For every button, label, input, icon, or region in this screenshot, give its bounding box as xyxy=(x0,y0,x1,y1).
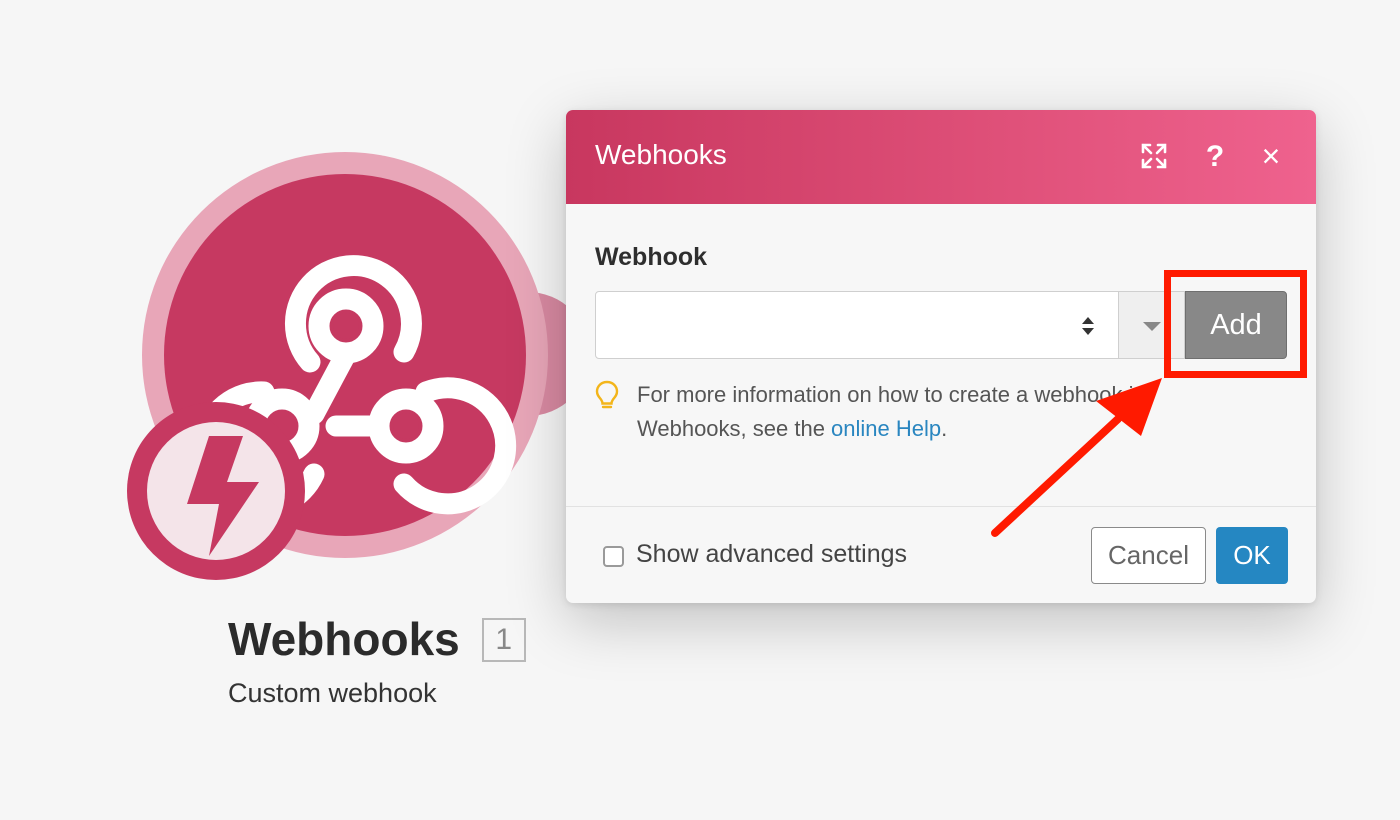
module-title: Webhooks xyxy=(228,613,460,665)
chevron-down-icon xyxy=(1143,322,1161,331)
add-button-highlight xyxy=(1164,270,1307,378)
trigger-badge xyxy=(127,402,305,580)
webhook-field-label: Webhook xyxy=(595,243,708,271)
hint-text-end: . xyxy=(941,416,948,441)
advanced-settings-checkbox[interactable] xyxy=(603,546,624,567)
module-id-badge: 1 xyxy=(481,618,526,662)
module-subtitle: Custom webhook xyxy=(228,678,437,708)
dialog-footer: Show advanced settings Cancel OK xyxy=(566,506,1316,603)
lightning-bolt-icon xyxy=(187,436,259,556)
help-hint: For more information on how to create a … xyxy=(595,378,1205,446)
online-help-link[interactable]: online Help xyxy=(831,416,941,441)
cancel-button[interactable]: Cancel xyxy=(1091,527,1206,584)
ok-button[interactable]: OK xyxy=(1216,527,1288,584)
dialog-title: Webhooks xyxy=(595,139,727,170)
select-arrows-icon xyxy=(1082,317,1094,335)
close-icon[interactable]: × xyxy=(1256,140,1286,172)
dialog-header: Webhooks ? × xyxy=(566,110,1316,204)
webhook-select[interactable] xyxy=(595,291,1119,359)
module-title-row: Webhooks 1 xyxy=(228,612,526,666)
help-icon[interactable]: ? xyxy=(1200,142,1230,172)
advanced-settings-label[interactable]: Show advanced settings xyxy=(636,540,907,569)
expand-icon[interactable] xyxy=(1140,142,1170,172)
lightbulb-icon xyxy=(595,378,637,446)
